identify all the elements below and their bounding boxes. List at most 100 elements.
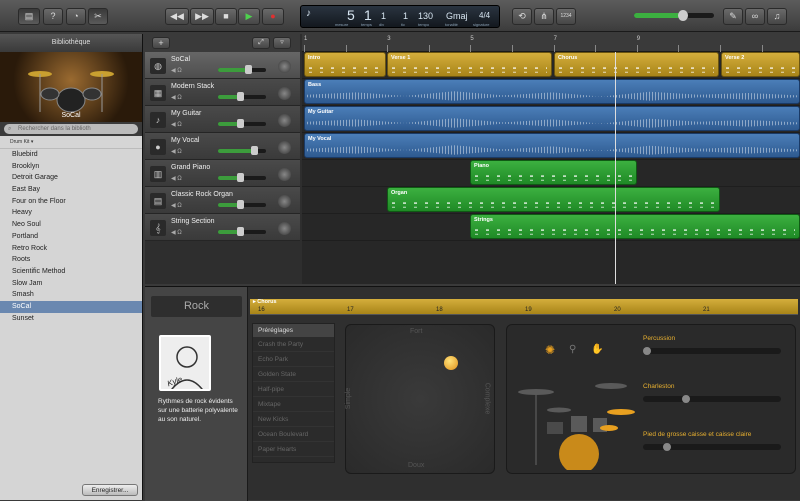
kit-slider-knob[interactable] bbox=[682, 395, 690, 403]
track-pan-knob[interactable] bbox=[278, 168, 291, 181]
mute-icon[interactable]: ◀ bbox=[171, 230, 176, 236]
preset-item[interactable]: Half-pipe bbox=[253, 382, 334, 397]
mute-icon[interactable]: ◀ bbox=[171, 95, 176, 101]
master-volume-knob[interactable] bbox=[678, 10, 688, 21]
library-item[interactable]: Brooklyn bbox=[0, 161, 142, 173]
count-in-button[interactable]: 1234 bbox=[556, 8, 576, 25]
drum-kit-graphic[interactable] bbox=[511, 370, 651, 470]
track-volume-slider[interactable] bbox=[218, 65, 266, 74]
track-volume-slider[interactable] bbox=[218, 200, 266, 209]
library-item[interactable]: Bluebird bbox=[0, 149, 142, 161]
library-item[interactable]: Four on the Floor bbox=[0, 196, 142, 208]
library-item[interactable]: Heavy bbox=[0, 207, 142, 219]
xy-pad[interactable]: Fort Doux Simple Complexe bbox=[345, 324, 495, 474]
track-pan-knob[interactable] bbox=[278, 141, 291, 154]
track-volume-knob[interactable] bbox=[236, 200, 244, 209]
track-volume-knob[interactable] bbox=[236, 227, 244, 236]
library-item[interactable]: SoCal bbox=[0, 300, 142, 313]
timeline-ruler[interactable]: 1 3 5 7 9 bbox=[302, 34, 800, 52]
mute-icon[interactable]: ◀ bbox=[171, 176, 176, 182]
mute-icon[interactable]: ◀ bbox=[171, 149, 176, 155]
forward-button[interactable]: ▶▶ bbox=[190, 8, 214, 25]
record-button[interactable]: ● bbox=[262, 8, 284, 25]
smart-controls-button[interactable]: ◔ bbox=[66, 8, 86, 25]
kit-slider[interactable] bbox=[643, 395, 781, 403]
preset-item[interactable]: Crash the Party bbox=[253, 337, 334, 352]
catch-playhead-button[interactable]: ⤢ bbox=[252, 37, 270, 49]
loops-button[interactable]: ∞ bbox=[745, 8, 765, 25]
region-verse-2[interactable]: Verse 2 bbox=[721, 52, 800, 77]
region-strings[interactable]: Strings bbox=[470, 214, 800, 239]
notepad-button[interactable]: ✎ bbox=[723, 8, 743, 25]
rewind-button[interactable]: ◀◀ bbox=[165, 8, 189, 25]
track-volume-slider[interactable] bbox=[218, 146, 266, 155]
track-volume-knob[interactable] bbox=[244, 65, 252, 74]
percussion-toggle-icon[interactable]: ✺ bbox=[545, 343, 555, 357]
play-button[interactable]: ▶ bbox=[238, 8, 260, 25]
tuner-button[interactable]: ⋔ bbox=[534, 8, 554, 25]
track-volume-slider[interactable] bbox=[218, 173, 266, 182]
preset-item[interactable]: New Kicks bbox=[253, 412, 334, 427]
preset-item[interactable]: Mixtape bbox=[253, 397, 334, 412]
stop-button[interactable]: ■ bbox=[215, 8, 237, 25]
region-guitar[interactable]: My Guitar bbox=[304, 106, 800, 131]
library-button[interactable]: ▤ bbox=[18, 8, 40, 25]
xy-puck[interactable] bbox=[444, 356, 458, 370]
track-volume-knob[interactable] bbox=[236, 119, 244, 128]
library-item[interactable]: Detroit Garage bbox=[0, 172, 142, 184]
editor-ruler[interactable]: ▸ Chorus 16 17 18 19 20 21 bbox=[250, 299, 798, 315]
mute-icon[interactable]: ◀ bbox=[171, 122, 176, 128]
headphones-icon[interactable]: Ω bbox=[177, 68, 182, 74]
cycle-button[interactable]: ⟲ bbox=[512, 8, 532, 25]
region-bass[interactable]: Bass bbox=[304, 79, 800, 104]
region-verse-1[interactable]: Verse 1 bbox=[387, 52, 552, 77]
kit-slider[interactable] bbox=[643, 347, 781, 355]
track-pan-knob[interactable] bbox=[278, 60, 291, 73]
headphones-icon[interactable]: Ω bbox=[177, 122, 182, 128]
library-item[interactable]: East Bay bbox=[0, 184, 142, 196]
genre-button[interactable]: Rock bbox=[151, 296, 242, 317]
media-browser-button[interactable]: ♫ bbox=[767, 8, 787, 25]
library-search-input[interactable]: ⌕ Rechercher dans la biblioth bbox=[4, 124, 138, 134]
library-item[interactable]: Sunset bbox=[0, 313, 142, 325]
drummer-avatar[interactable]: Kyle bbox=[159, 335, 211, 391]
mute-icon[interactable]: ◀ bbox=[171, 68, 176, 74]
region-vocal[interactable]: My Vocal bbox=[304, 133, 800, 158]
track-volume-slider[interactable] bbox=[218, 227, 266, 236]
track-header[interactable]: ▥ Grand Piano ◀ Ω bbox=[145, 160, 300, 187]
track-header[interactable]: ● My Vocal ◀ Ω bbox=[145, 133, 300, 160]
library-item[interactable]: Roots bbox=[0, 254, 142, 266]
headphones-icon[interactable]: Ω bbox=[177, 176, 182, 182]
preset-item[interactable]: Ocean Boulevard bbox=[253, 427, 334, 442]
preset-item[interactable]: Paper Hearts bbox=[253, 442, 334, 457]
library-item[interactable]: Smash bbox=[0, 289, 142, 301]
mute-icon[interactable]: ◀ bbox=[171, 203, 176, 209]
clap-icon[interactable]: ✋ bbox=[591, 344, 603, 355]
library-category[interactable]: Drum Kit ▾ bbox=[0, 136, 142, 149]
add-track-button[interactable]: + bbox=[152, 37, 170, 49]
track-volume-knob[interactable] bbox=[251, 146, 258, 155]
track-volume-knob[interactable] bbox=[236, 92, 244, 101]
track-volume-slider[interactable] bbox=[218, 119, 266, 128]
shaker-icon[interactable]: ⚲ bbox=[569, 344, 576, 355]
editors-button[interactable]: ✂ bbox=[88, 8, 108, 25]
region-chorus[interactable]: Chorus bbox=[554, 52, 719, 77]
track-pan-knob[interactable] bbox=[278, 222, 291, 235]
region-organ[interactable]: Organ bbox=[387, 187, 720, 212]
track-pan-knob[interactable] bbox=[278, 114, 291, 127]
master-volume-slider[interactable] bbox=[634, 10, 714, 21]
headphones-icon[interactable]: Ω bbox=[177, 203, 182, 209]
track-header[interactable]: ▤ Classic Rock Organ ◀ Ω bbox=[145, 187, 300, 214]
kit-slider-knob[interactable] bbox=[662, 443, 671, 451]
track-header[interactable]: ◍ SoCal ◀ Ω bbox=[145, 52, 300, 79]
preset-item[interactable]: Echo Park bbox=[253, 352, 334, 367]
headphones-icon[interactable]: Ω bbox=[177, 230, 182, 236]
lcd-display[interactable]: ♪ 5 1 1 1 130 Gmaj 4/4 mesure temps div … bbox=[300, 5, 500, 28]
kit-slider-knob[interactable] bbox=[643, 347, 651, 355]
kit-slider[interactable] bbox=[643, 443, 781, 451]
track-pan-knob[interactable] bbox=[278, 87, 291, 100]
headphones-icon[interactable]: Ω bbox=[177, 149, 182, 155]
filter-button[interactable]: ▿ bbox=[273, 37, 291, 49]
track-header[interactable]: 𝄞 String Section ◀ Ω bbox=[145, 214, 300, 241]
region-piano[interactable]: Piano bbox=[470, 160, 637, 185]
